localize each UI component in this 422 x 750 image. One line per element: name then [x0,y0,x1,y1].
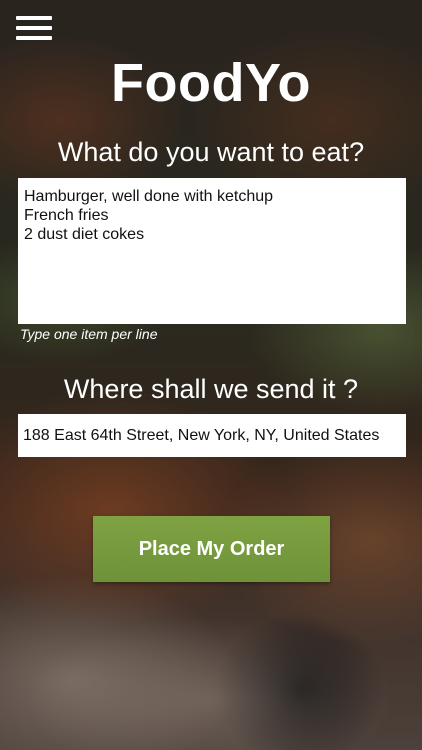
order-item-line: 2 dust diet cokes [24,226,145,243]
hamburger-menu-icon[interactable] [16,14,52,42]
food-question-label: What do you want to eat? [57,137,365,167]
menu-bar [16,16,52,20]
app-title: FoodYo [111,53,311,113]
order-item-line: Hamburger, well done with ketchup [24,188,274,205]
menu-bar [16,26,52,30]
order-screen: FoodYo What do you want to eat? Hamburge… [0,0,422,750]
order-item-line: French fries [24,207,109,224]
menu-bar [16,36,52,40]
order-items-textarea[interactable]: Hamburger, well done with ketchup French… [18,178,406,324]
order-hint-text: Type one item per line [20,326,158,342]
delivery-address-input[interactable]: 188 East 64th Street, New York, NY, Unit… [18,414,406,457]
place-order-button[interactable]: Place My Order [93,516,330,582]
delivery-question-label: Where shall we send it ? [63,374,359,404]
